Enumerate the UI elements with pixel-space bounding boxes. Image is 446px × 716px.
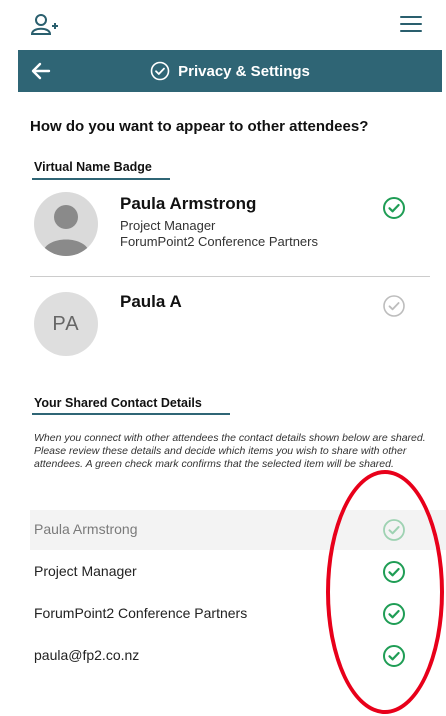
badge-name: Paula Armstrong: [120, 194, 257, 213]
appearance-question: How do you want to appear to other atten…: [30, 118, 369, 135]
badge-section-underline: [32, 178, 170, 180]
top-bar: [0, 0, 446, 46]
badge-section-label: Virtual Name Badge: [34, 160, 152, 174]
contact-item-label: paula@fp2.co.nz: [34, 647, 140, 663]
contact-item-label: Paula Armstrong: [34, 521, 138, 537]
contact-item-label: ForumPoint2 Conference Partners: [34, 605, 248, 621]
header-title-group: Privacy & Settings: [18, 50, 442, 92]
annotation-highlight-ellipse: [326, 470, 444, 714]
contact-section-underline: [32, 413, 230, 415]
avatar: PA: [34, 292, 98, 356]
back-arrow-icon[interactable]: [30, 61, 52, 81]
add-user-icon[interactable]: [30, 12, 60, 38]
badge-option-short[interactable]: PA Paula A: [30, 292, 430, 372]
check-circle-icon: [150, 61, 170, 81]
check-circle-icon[interactable]: [382, 294, 406, 318]
badge-company: ForumPoint2 Conference Partners: [120, 234, 318, 249]
contact-description: When you connect with other attendees th…: [34, 432, 426, 470]
avatar: [34, 192, 98, 256]
badge-divider: [30, 276, 430, 277]
hamburger-menu-icon[interactable]: [400, 16, 422, 34]
badge-option-full[interactable]: Paula Armstrong Project Manager ForumPoi…: [30, 192, 430, 272]
page-header: Privacy & Settings: [18, 50, 442, 92]
contact-item-label: Project Manager: [34, 563, 137, 579]
badge-job-title: Project Manager: [120, 218, 216, 233]
check-circle-icon[interactable]: [382, 196, 406, 220]
contact-section-label: Your Shared Contact Details: [34, 396, 202, 410]
badge-name: Paula A: [120, 292, 182, 311]
page-title: Privacy & Settings: [178, 62, 310, 80]
